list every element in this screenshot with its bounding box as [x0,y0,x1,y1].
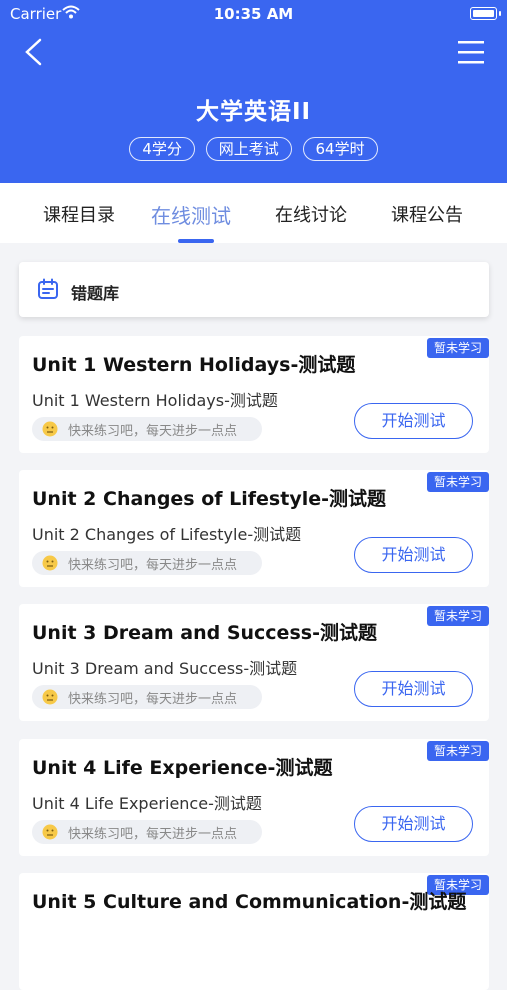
test-title: Unit 4 Life Experience-测试题 [32,757,333,779]
tip-text: 快来练习吧，每天进步一点点 [68,424,238,439]
test-title: Unit 3 Dream and Success-测试题 [32,622,377,644]
tab-online-test[interactable]: 在线测试 [151,200,231,229]
status-badge: 暂未学习 [426,338,489,358]
tab-announcement[interactable]: 课程公告 [391,201,463,227]
course-tags: 4学分 网上考试 64学时 [0,137,507,161]
clock: 10:35 AM [213,5,294,23]
tab-catalog[interactable]: 课程目录 [43,201,115,227]
course-title: 大学英语II [195,99,312,125]
status-bar: Carrier 10:35 AM [0,0,507,28]
start-test-button[interactable]: 开始测试 [354,403,473,439]
test-subtitle: Unit 3 Dream and Success-测试题 [32,659,298,678]
test-subtitle: Unit 4 Life Experience-测试题 [32,794,262,813]
practice-tip: 快来练习吧，每天进步一点点 [32,685,262,709]
test-subtitle: Unit 2 Changes of Lifestyle-测试题 [32,525,302,544]
header: Carrier 10:35 AM 大学英语II 4学分 网上考试 64学时 [0,0,507,183]
practice-tip: 快来练习吧，每天进步一点点 [32,417,262,441]
battery-icon [470,7,497,20]
status-badge: 暂未学习 [426,741,489,761]
test-card: 暂未学习 Unit 2 Changes of Lifestyle-测试题 Uni… [19,470,489,587]
start-test-button[interactable]: 开始测试 [354,537,473,573]
practice-tip: 快来练习吧，每天进步一点点 [32,820,262,844]
practice-tip: 快来练习吧，每天进步一点点 [32,551,262,575]
tip-text: 快来练习吧，每天进步一点点 [68,692,238,707]
tab-bar: 课程目录 在线测试 在线讨论 课程公告 [0,183,507,243]
active-tab-indicator [178,239,214,243]
test-card: 暂未学习 Unit 5 Culture and Communication-测试… [19,873,489,990]
battery-tip [499,11,501,16]
wrong-bank-label: 错题库 [71,284,120,303]
hours-tag: 64学时 [302,137,378,161]
start-test-button[interactable]: 开始测试 [354,806,473,842]
exam-type-tag: 网上考试 [205,137,292,161]
status-badge: 暂未学习 [426,606,489,626]
tab-discussion[interactable]: 在线讨论 [275,201,347,227]
back-button[interactable] [18,36,50,68]
test-title: Unit 2 Changes of Lifestyle-测试题 [32,488,386,510]
menu-icon[interactable] [457,38,485,66]
face-icon [42,689,58,705]
status-badge: 暂未学习 [426,472,489,492]
test-subtitle: Unit 1 Western Holidays-测试题 [32,391,278,410]
tip-text: 快来练习吧，每天进步一点点 [68,558,238,573]
wrong-question-bank[interactable]: 错题库 [19,262,489,317]
test-card: 暂未学习 Unit 4 Life Experience-测试题 Unit 4 L… [19,739,489,856]
face-icon [42,421,58,437]
face-icon [42,824,58,840]
credit-tag: 4学分 [129,137,195,161]
test-title: Unit 1 Western Holidays-测试题 [32,354,356,376]
face-icon [42,555,58,571]
test-card: 暂未学习 Unit 1 Western Holidays-测试题 Unit 1 … [19,336,489,453]
tip-text: 快来练习吧，每天进步一点点 [68,827,238,842]
test-title: Unit 5 Culture and Communication-测试题 [32,891,467,913]
test-card: 暂未学习 Unit 3 Dream and Success-测试题 Unit 3… [19,604,489,721]
start-test-button[interactable]: 开始测试 [354,671,473,707]
calendar-icon [38,278,58,299]
